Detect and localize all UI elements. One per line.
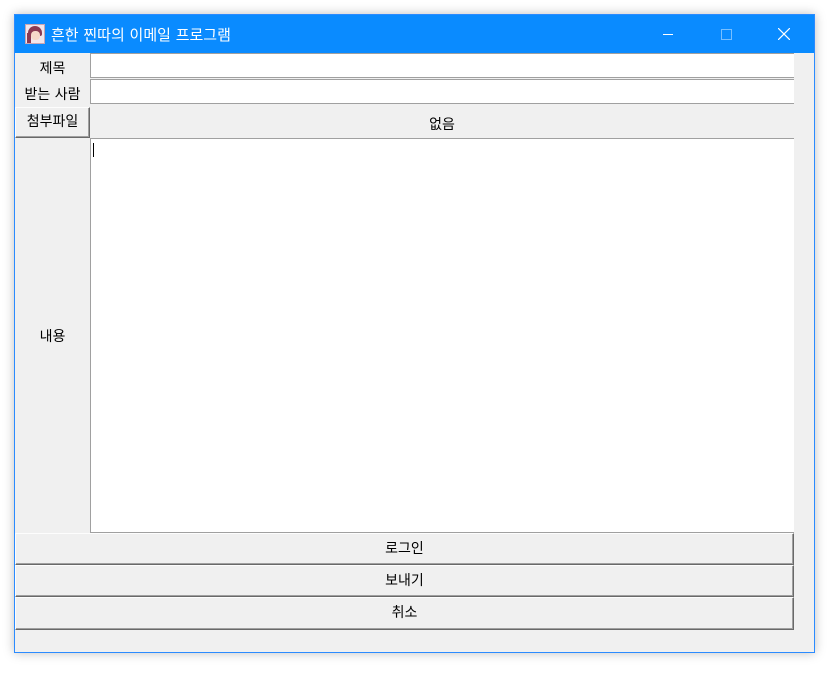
login-button[interactable]: 로그인 <box>15 533 794 565</box>
subject-label: 제목 <box>39 61 66 77</box>
maximize-button[interactable] <box>703 15 749 53</box>
close-icon <box>778 28 790 40</box>
close-button[interactable] <box>761 15 807 53</box>
recipient-label: 받는 사람 <box>24 87 81 103</box>
minimize-icon <box>663 34 673 35</box>
minimize-button[interactable] <box>645 15 691 53</box>
window-title: 흔한 찐따의 이메일 프로그램 <box>51 26 231 44</box>
subject-input[interactable] <box>90 53 794 78</box>
attachment-status: 없음 <box>429 117 455 133</box>
email-window: 흔한 찐따의 이메일 프로그램 제목 받는 사람 첨부파일 없음 내용 로그인 … <box>14 14 815 653</box>
anime-girl-avatar-icon <box>25 24 45 44</box>
title-bar[interactable]: 흔한 찐따의 이메일 프로그램 <box>15 15 814 53</box>
cancel-button[interactable]: 취소 <box>15 597 794 630</box>
attach-file-button[interactable]: 첨부파일 <box>15 107 90 138</box>
maximize-icon <box>721 29 732 40</box>
send-button[interactable]: 보내기 <box>15 565 794 597</box>
body-label: 내용 <box>39 329 66 345</box>
text-cursor <box>93 143 94 157</box>
recipient-input[interactable] <box>90 79 794 104</box>
body-textarea[interactable] <box>90 138 794 533</box>
